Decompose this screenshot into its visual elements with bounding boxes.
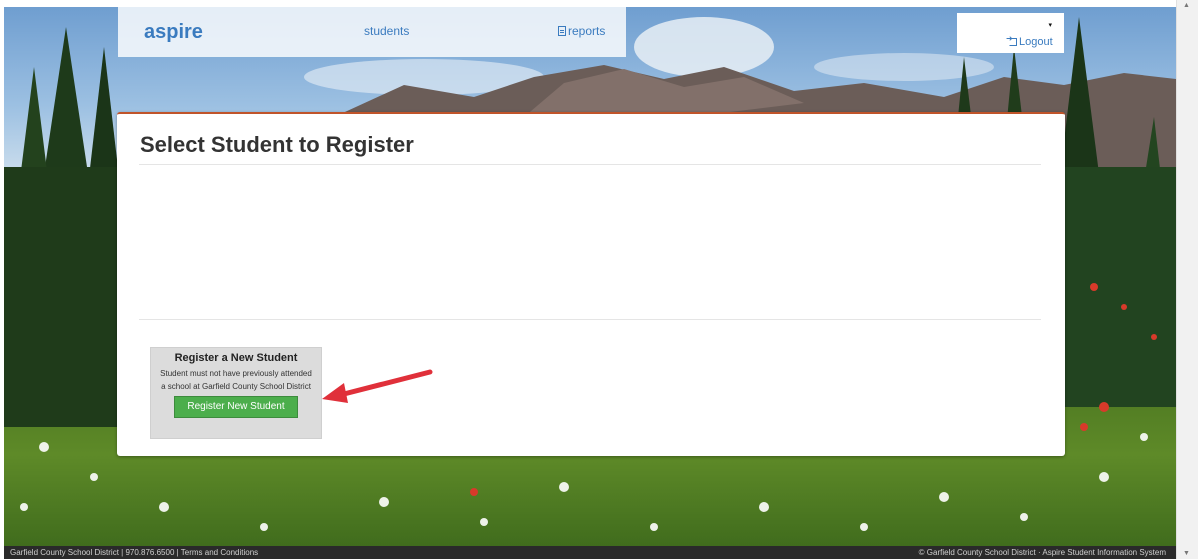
nav-link-reports-label: reports [568,24,606,38]
document-icon [558,26,566,36]
page-title: Select Student to Register [140,132,414,157]
status-bar-right-text: © Garfield County School District · Aspi… [918,548,1166,557]
nav-link-reports[interactable]: reports [558,24,605,38]
user-menu[interactable]: ▾ Logout [957,13,1064,53]
register-card-description: Student must not have previously attende… [160,369,312,391]
status-bar: Garfield County School District | 970.87… [4,546,1176,559]
brand-logo[interactable]: aspire [144,21,203,44]
logout-label: Logout [1019,36,1053,48]
chevron-down-icon[interactable]: ▾ [1048,21,1052,29]
register-card-title: Register a New Student [174,352,298,364]
status-bar-left-text: Garfield County School District | 970.87… [10,548,259,557]
content-divider [139,319,1041,320]
main-panel: Select Student to Register Register a Ne… [117,112,1065,456]
red-arrow-icon [322,369,433,403]
logout-link[interactable]: Logout [1006,34,1053,48]
register-new-student-card: Register a New Student Student must not … [150,347,322,439]
title-divider [139,164,1041,165]
top-navbar: aspire students reports [118,7,626,57]
register-new-student-button[interactable]: Register New Student [174,396,298,418]
nav-link-students[interactable]: students [364,24,409,38]
scroll-down-icon[interactable]: ▼ [1183,550,1190,557]
vertical-scrollbar[interactable]: ▲ ▼ [1176,0,1198,559]
sign-out-icon [1006,34,1017,46]
scroll-up-icon[interactable]: ▲ [1183,2,1190,9]
